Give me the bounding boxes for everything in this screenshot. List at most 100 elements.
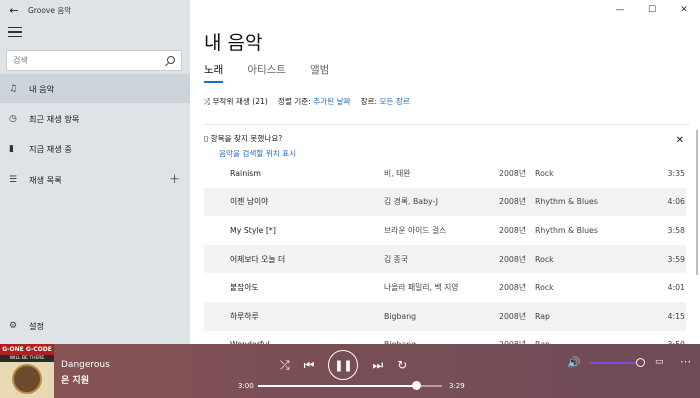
song-duration: 4:06	[667, 197, 685, 207]
album-art-portrait	[12, 364, 42, 394]
album-art-title: G-ONE G-CODE	[0, 344, 54, 355]
shuffle-icon[interactable]: ⤮	[280, 358, 290, 373]
table-row[interactable]: 붙잡아도 나올라 패밀리, 백 지영 2008년 Rock 4:01	[204, 273, 686, 302]
song-genre: Rap	[535, 311, 550, 321]
sidebar-item-now-playing[interactable]: ▮ 지금 재생 중	[0, 134, 190, 163]
shuffle-all-button[interactable]: ⤮ 무작위 재생 (21)	[204, 96, 268, 107]
song-duration: 4:15	[667, 311, 685, 321]
song-artist: 나올라 패밀리, 백 지영	[384, 283, 459, 293]
genre-value[interactable]: 모든 장르	[380, 97, 410, 106]
sort-control[interactable]: 정렬 기준: 추가된 날짜	[278, 96, 351, 107]
phone-icon: ▯	[204, 134, 209, 143]
total-time: 3:29	[449, 382, 465, 390]
song-year: 2008년	[499, 197, 527, 207]
song-title: Rainism	[230, 168, 261, 178]
player-bar: G-ONE G-CODE WILL BE THERE Dangerous 은 지…	[0, 344, 700, 398]
elapsed-time: 3:00	[238, 382, 254, 390]
shuffle-label: 무작위 재생 (21)	[212, 97, 268, 106]
album-art[interactable]: G-ONE G-CODE WILL BE THERE	[0, 344, 54, 398]
close-icon[interactable]: ✕	[668, 0, 700, 20]
seek-thumb[interactable]	[411, 381, 421, 390]
window-controls: — ☐ ✕	[604, 0, 700, 20]
sidebar-item-my-music[interactable]: ♫ 내 음악	[0, 74, 190, 103]
search-box[interactable]: 검색	[6, 50, 182, 71]
sidebar-item-label: 설정	[29, 320, 45, 331]
album-art-subtitle: WILL BE THERE	[0, 355, 54, 362]
song-genre: Rhythm & Blues	[535, 225, 598, 235]
minimize-icon[interactable]: —	[604, 0, 636, 20]
music-note-icon: ♫	[9, 83, 18, 94]
repeat-icon[interactable]: ↻	[397, 358, 407, 372]
song-artist: 김 종국	[384, 254, 408, 264]
now-playing-title[interactable]: Dangerous	[61, 360, 110, 370]
now-playing-artist[interactable]: 은 지원	[61, 373, 89, 386]
tab-artists[interactable]: 아티스트	[247, 62, 286, 83]
more-options-icon[interactable]: ⋯	[680, 355, 691, 368]
next-icon[interactable]: ⏭	[372, 358, 383, 373]
sidebar-item-playlists[interactable]: ☰ 재생 목록 +	[0, 165, 190, 194]
song-title: 하루하루	[230, 311, 259, 321]
song-duration: 3:35	[667, 168, 685, 178]
song-duration: 3:58	[667, 225, 685, 235]
gear-icon: ⚙	[9, 320, 18, 331]
maximize-icon[interactable]: ☐	[636, 0, 668, 20]
search-input[interactable]: 검색	[13, 55, 165, 66]
sidebar-item-recent[interactable]: ◷ 최근 재생 항목	[0, 104, 190, 133]
song-title: 붙잡아도	[230, 283, 259, 293]
playback-controls: ⤮ ⏮ ❚❚ ⏭ ↻	[280, 350, 407, 380]
sidebar-item-label: 최근 재생 항목	[29, 113, 80, 124]
tab-songs[interactable]: 노래	[204, 62, 224, 83]
volume-icon[interactable]: 🔊	[567, 356, 581, 369]
tab-bar: 노래 아티스트 앨범	[204, 62, 329, 83]
song-year: 2008년	[499, 283, 527, 293]
hamburger-menu-icon[interactable]	[8, 27, 22, 40]
seek-bar-fill	[258, 385, 417, 387]
sidebar-item-label: 재생 목록	[29, 174, 62, 185]
show-music-locations-link[interactable]: 음악을 검색할 위치 표시	[219, 148, 690, 159]
genre-control[interactable]: 장르: 모든 장르	[361, 96, 410, 107]
song-list: Rainism 비, 태완 2008년 Rock 3:35 이젠 남이야 김 경…	[204, 159, 686, 359]
song-year: 2008년	[499, 168, 527, 178]
song-genre: Rock	[535, 283, 554, 293]
clock-icon: ◷	[9, 113, 17, 124]
song-duration: 3:59	[667, 254, 685, 264]
pause-button[interactable]: ❚❚	[328, 350, 359, 380]
song-artist: 비, 태완	[384, 168, 411, 178]
search-icon[interactable]	[165, 55, 175, 66]
table-row[interactable]: My Style [*] 브라운 아이드 걸스 2008년 Rhythm & B…	[204, 216, 686, 245]
sidebar-item-label: 지금 재생 중	[29, 143, 72, 154]
song-genre: Rhythm & Blues	[535, 197, 598, 207]
genre-label: 장르:	[360, 97, 378, 106]
song-artist: Bigbang	[384, 311, 417, 321]
list-icon: ☰	[9, 174, 18, 185]
bars-icon: ▮	[9, 143, 14, 154]
table-row[interactable]: 하루하루 Bigbang 2008년 Rap 4:15	[204, 301, 686, 331]
song-genre: Rock	[535, 168, 554, 178]
missing-music-notice: ▯ 항목을 찾지 못했나요? 음악을 검색할 위치 표시 ✕	[204, 124, 690, 159]
titlebar-left: ← Groove 음악	[0, 0, 190, 20]
app-title: Groove 음악	[28, 5, 72, 15]
volume-thumb[interactable]	[636, 358, 645, 367]
song-duration: 4:01	[667, 283, 685, 293]
volume-slider[interactable]	[589, 362, 641, 364]
back-arrow-icon[interactable]: ←	[0, 4, 28, 17]
shuffle-icon: ⤮	[204, 97, 211, 106]
add-playlist-icon[interactable]: +	[169, 172, 180, 187]
sidebar-item-settings[interactable]: ⚙ 설정	[0, 311, 190, 340]
song-artist: 김 경록, Baby-J	[384, 197, 439, 207]
song-year: 2008년	[499, 311, 527, 321]
table-row[interactable]: 이젠 남이야 김 경록, Baby-J 2008년 Rhythm & Blues…	[204, 187, 686, 217]
scrollbar[interactable]	[696, 130, 698, 275]
table-row[interactable]: 어제보다 오늘 더 김 종국 2008년 Rock 3:59	[204, 244, 686, 274]
table-row[interactable]: Rainism 비, 태완 2008년 Rock 3:35	[204, 159, 686, 188]
close-icon[interactable]: ✕	[676, 135, 684, 146]
sidebar-item-label: 내 음악	[29, 83, 55, 94]
sort-value[interactable]: 추가된 날짜	[313, 97, 350, 106]
sidebar: ← Groove 음악 검색 ♫ 내 음악 ◷ 최근 재생 항목 ▮ 지금 재생…	[0, 0, 190, 344]
previous-icon[interactable]: ⏮	[304, 358, 315, 373]
tab-albums[interactable]: 앨범	[310, 62, 329, 83]
song-title: My Style [*]	[230, 225, 276, 235]
toolbar: ⤮ 무작위 재생 (21) 정렬 기준: 추가된 날짜 장르: 모든 장르	[204, 96, 410, 107]
mini-player-icon[interactable]: ▭	[655, 357, 664, 367]
notice-text: 항목을 찾지 못했나요?	[210, 134, 283, 143]
